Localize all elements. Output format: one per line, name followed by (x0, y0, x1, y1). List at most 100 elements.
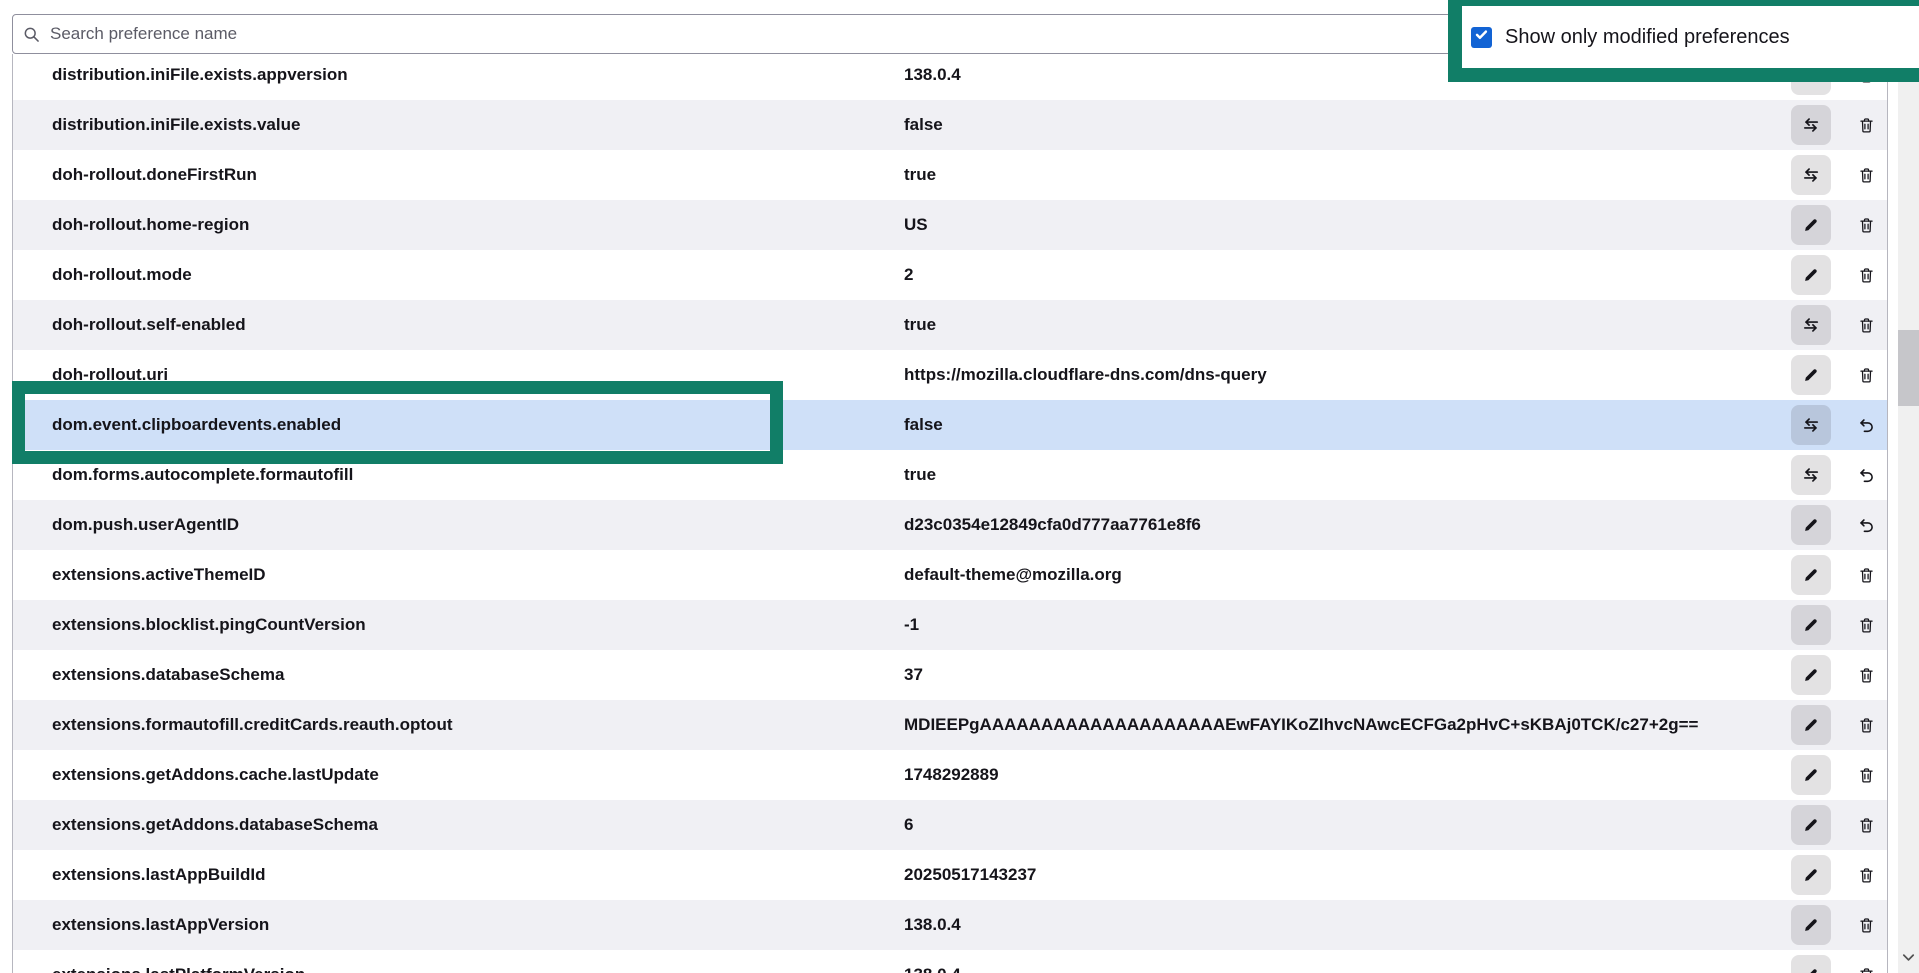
edit-pref-button[interactable] (1791, 805, 1831, 845)
edit-pref-button[interactable] (1791, 605, 1831, 645)
pref-value: -1 (904, 615, 919, 635)
toggle-pref-button[interactable] (1791, 305, 1831, 345)
edit-icon (1803, 717, 1819, 733)
delete-pref-button[interactable] (1849, 958, 1883, 973)
show-only-modified-label[interactable]: Show only modified preferences (1505, 26, 1790, 49)
about-config-page: distribution.iniFile.exists.appversion13… (0, 0, 1919, 973)
pref-name: doh-rollout.mode (52, 265, 192, 285)
delete-pref-button[interactable] (1849, 758, 1883, 792)
pref-row[interactable]: dom.push.userAgentIDd23c0354e12849cfa0d7… (12, 500, 1887, 550)
delete-pref-button[interactable] (1849, 658, 1883, 692)
scrollbar[interactable] (1898, 46, 1919, 973)
edit-pref-button[interactable] (1791, 955, 1831, 973)
search-icon (23, 26, 40, 43)
pref-row[interactable]: extensions.lastAppVersion138.0.4 (12, 900, 1887, 950)
toggle-icon (1802, 466, 1820, 484)
edit-icon (1803, 517, 1819, 533)
delete-pref-button[interactable] (1849, 908, 1883, 942)
pref-name: extensions.lastAppBuildId (52, 865, 265, 885)
delete-pref-button[interactable] (1849, 608, 1883, 642)
pref-name: dom.event.clipboardevents.enabled (52, 415, 341, 435)
trash-icon (1858, 567, 1875, 584)
pref-row[interactable]: doh-rollout.mode 2 (12, 250, 1887, 300)
pref-value: true (904, 165, 936, 185)
edit-icon (1803, 967, 1819, 973)
edit-pref-button[interactable] (1791, 505, 1831, 545)
pref-value: 20250517143237 (904, 865, 1036, 885)
pref-value: default-theme@mozilla.org (904, 565, 1122, 585)
edit-icon (1803, 217, 1819, 233)
pref-row[interactable]: doh-rollout.self-enabledtrue (12, 300, 1887, 350)
trash-icon (1858, 967, 1875, 973)
pref-row[interactable]: extensions.blocklist.pingCountVersion-1 (12, 600, 1887, 650)
pref-row[interactable]: extensions.formautofill.creditCards.reau… (12, 700, 1887, 750)
edit-pref-button[interactable] (1791, 755, 1831, 795)
edit-pref-button[interactable] (1791, 555, 1831, 595)
delete-pref-button[interactable] (1849, 258, 1883, 292)
pref-name: distribution.iniFile.exists.value (52, 115, 300, 135)
pref-row[interactable]: dom.forms.autocomplete.formautofilltrue (12, 450, 1887, 500)
delete-pref-button[interactable] (1849, 708, 1883, 742)
toggle-pref-button[interactable] (1791, 405, 1831, 445)
edit-icon (1803, 667, 1819, 683)
reset-pref-button[interactable] (1849, 458, 1883, 492)
pref-row[interactable]: extensions.databaseSchema 37 (12, 650, 1887, 700)
toggle-icon (1802, 416, 1820, 434)
pref-row[interactable]: extensions.getAddons.cache.lastUpdate174… (12, 750, 1887, 800)
edit-pref-button[interactable] (1791, 355, 1831, 395)
edit-pref-button[interactable] (1791, 855, 1831, 895)
edit-pref-button[interactable] (1791, 705, 1831, 745)
delete-pref-button[interactable] (1849, 808, 1883, 842)
delete-pref-button[interactable] (1849, 558, 1883, 592)
scrollbar-down-button[interactable] (1898, 949, 1919, 971)
pref-value: 2 (904, 265, 913, 285)
pref-value: false (904, 415, 943, 435)
trash-icon (1858, 217, 1875, 234)
pref-name: extensions.formautofill.creditCards.reau… (52, 715, 453, 735)
pref-value: MDIEEPgAAAAAAAAAAAAAAAAAAAAEwFAYIKoZIhvc… (904, 715, 1698, 735)
pref-name: extensions.lastAppVersion (52, 915, 269, 935)
toggle-icon (1802, 316, 1820, 334)
toggle-pref-button[interactable] (1791, 155, 1831, 195)
delete-pref-button[interactable] (1849, 208, 1883, 242)
edit-pref-button[interactable] (1791, 905, 1831, 945)
trash-icon (1858, 117, 1875, 134)
pref-row[interactable]: doh-rollout.doneFirstRuntrue (12, 150, 1887, 200)
pref-row-selected[interactable]: dom.event.clipboardevents.enabled false (12, 400, 1887, 450)
pref-row[interactable]: extensions.lastAppBuildId 20250517143237 (12, 850, 1887, 900)
delete-pref-button[interactable] (1849, 108, 1883, 142)
scrollbar-thumb[interactable] (1898, 330, 1919, 406)
chevron-down-icon (1901, 950, 1916, 970)
edit-pref-button[interactable] (1791, 205, 1831, 245)
reset-pref-button[interactable] (1849, 408, 1883, 442)
delete-pref-button[interactable] (1849, 158, 1883, 192)
undo-icon (1858, 467, 1874, 483)
pref-row[interactable]: distribution.iniFile.exists.valuefalse (12, 100, 1887, 150)
pref-row[interactable]: extensions.activeThemeIDdefault-theme@mo… (12, 550, 1887, 600)
show-only-modified-checkbox[interactable] (1471, 27, 1492, 48)
pref-name: extensions.databaseSchema (52, 665, 284, 685)
pref-value: 6 (904, 815, 913, 835)
pref-row[interactable]: doh-rollout.urihttps://mozilla.cloudflar… (12, 350, 1887, 400)
pref-value: d23c0354e12849cfa0d777aa7761e8f6 (904, 515, 1201, 535)
edit-icon (1803, 917, 1819, 933)
edit-pref-button[interactable] (1791, 255, 1831, 295)
delete-pref-button[interactable] (1849, 358, 1883, 392)
preferences-table: distribution.iniFile.exists.appversion13… (12, 0, 1887, 973)
delete-pref-button[interactable] (1849, 308, 1883, 342)
pref-row[interactable]: doh-rollout.home-regionUS (12, 200, 1887, 250)
reset-pref-button[interactable] (1849, 508, 1883, 542)
undo-icon (1858, 417, 1874, 433)
pref-value: 37 (904, 665, 923, 685)
pref-row[interactable]: extensions.getAddons.databaseSchema6 (12, 800, 1887, 850)
edit-pref-button[interactable] (1791, 655, 1831, 695)
table-right-border (1887, 54, 1888, 973)
trash-icon (1858, 267, 1875, 284)
undo-icon (1858, 517, 1874, 533)
pref-name: extensions.lastPlatformVersion (52, 965, 305, 973)
pref-row[interactable]: extensions.lastPlatformVersion138.0.4 (12, 950, 1887, 973)
toggle-pref-button[interactable] (1791, 455, 1831, 495)
delete-pref-button[interactable] (1849, 858, 1883, 892)
trash-icon (1858, 867, 1875, 884)
toggle-pref-button[interactable] (1791, 105, 1831, 145)
